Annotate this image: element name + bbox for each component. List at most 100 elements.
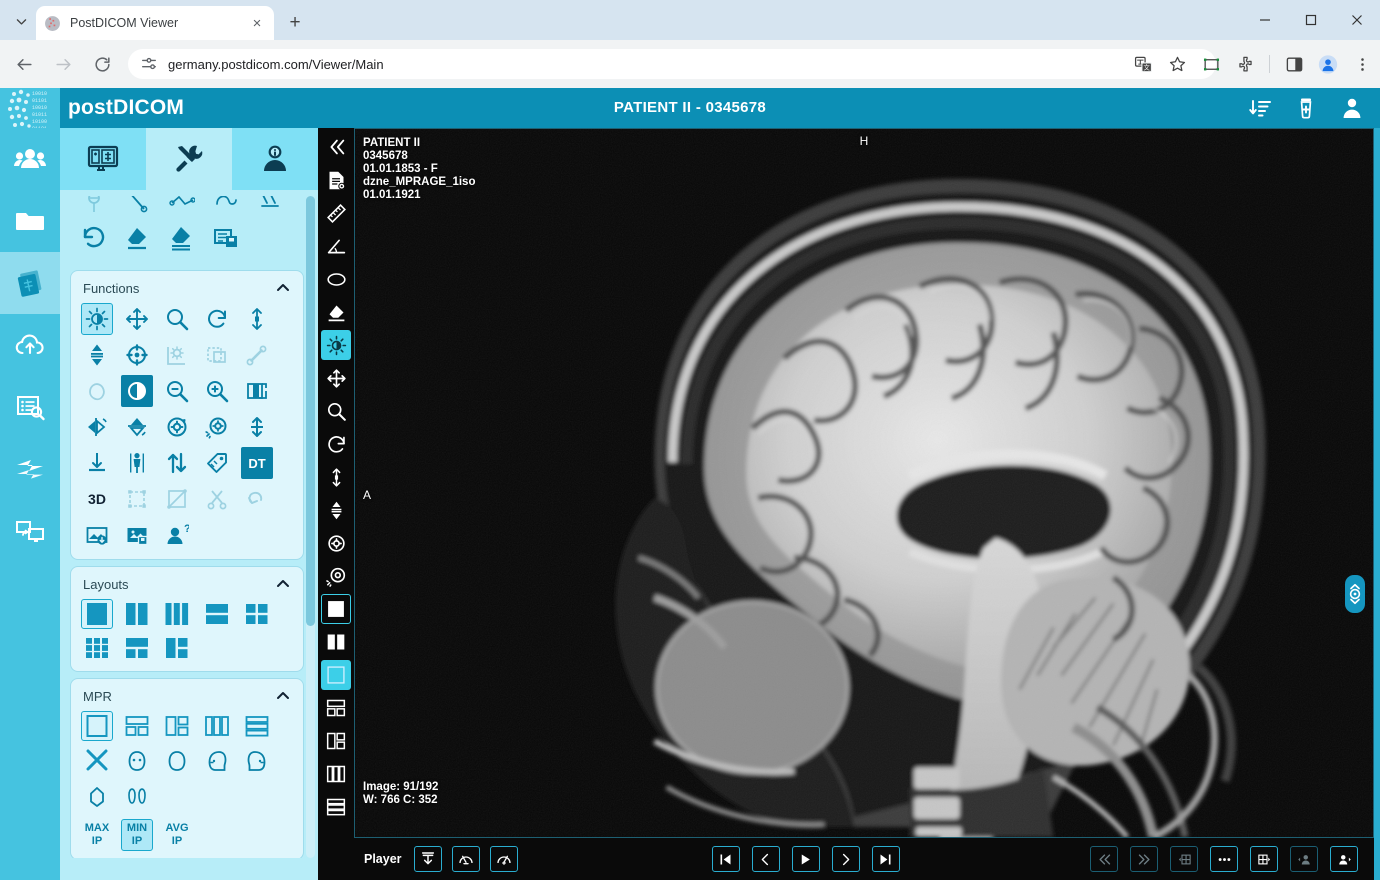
last-image-button[interactable] <box>871 846 900 872</box>
fit-width-button[interactable] <box>81 447 113 479</box>
crop-button[interactable] <box>121 483 153 515</box>
mpr-group-header[interactable]: MPR <box>71 683 303 711</box>
tab-patient-info[interactable] <box>232 128 318 190</box>
window-minimize-button[interactable] <box>1242 0 1288 40</box>
view-axial-button[interactable] <box>121 745 153 777</box>
site-settings-icon[interactable] <box>140 55 158 73</box>
play-button[interactable] <box>791 846 820 872</box>
sidebar-item-share[interactable] <box>0 500 60 562</box>
window-close-button[interactable] <box>1334 0 1380 40</box>
eraser-icon[interactable] <box>122 222 154 254</box>
sidebar-item-studies[interactable] <box>0 252 60 314</box>
previous-patient-button[interactable] <box>1290 846 1318 872</box>
panel-scrollbar[interactable] <box>306 196 315 858</box>
first-image-button[interactable] <box>711 846 740 872</box>
layout-1x1-button[interactable] <box>81 599 113 629</box>
functions-group-header[interactable]: Functions <box>71 275 303 303</box>
mpr-top-wide-button[interactable] <box>121 711 153 741</box>
draw-ellipse-button[interactable] <box>321 264 351 294</box>
pan-tool-button[interactable] <box>321 363 351 393</box>
layout-2x1-button[interactable] <box>201 599 233 629</box>
scissors-button[interactable] <box>201 483 233 515</box>
mpr-single-button[interactable] <box>81 711 113 741</box>
mpr-three-col-button[interactable] <box>201 711 233 741</box>
next-patient-button[interactable] <box>1330 846 1358 872</box>
pan-button[interactable] <box>121 303 153 335</box>
eraser-button[interactable] <box>321 297 351 327</box>
layout-single-button[interactable] <box>321 594 351 624</box>
line-measure-icon[interactable] <box>122 196 154 218</box>
layout-top-wide-button[interactable] <box>121 633 153 663</box>
zoom-out-button[interactable] <box>161 375 193 407</box>
sidebar-item-folders[interactable] <box>0 190 60 252</box>
previous-layout-button[interactable] <box>1170 846 1198 872</box>
layout-three-col-button[interactable] <box>321 759 351 789</box>
fit-height-button[interactable] <box>241 411 273 443</box>
player-speed-up-button[interactable] <box>489 846 518 872</box>
url-input[interactable] <box>168 56 1204 72</box>
rewind-button[interactable] <box>1090 846 1118 872</box>
sort-list-icon[interactable] <box>1246 94 1274 122</box>
crosshair-button[interactable] <box>121 339 153 371</box>
text-annotation-icon[interactable] <box>254 196 286 218</box>
layout-three-row-button[interactable] <box>321 792 351 822</box>
flip-page-button[interactable] <box>241 375 273 407</box>
collapse-panel-button[interactable] <box>321 132 351 162</box>
layout-top-wide-button[interactable] <box>321 693 351 723</box>
date-time-button[interactable]: DT <box>241 447 273 479</box>
window-maximize-button[interactable] <box>1288 0 1334 40</box>
magnify-button[interactable] <box>161 303 193 335</box>
tab-viewer[interactable] <box>60 128 146 190</box>
scroll-button[interactable] <box>241 303 273 335</box>
measure-length-button[interactable] <box>321 198 351 228</box>
stack-tool-button[interactable] <box>321 495 351 525</box>
export-image-button[interactable] <box>81 519 113 551</box>
window-level-button[interactable] <box>81 303 113 335</box>
true-size-button[interactable] <box>121 447 153 479</box>
max-ip-button[interactable]: MAX IP <box>81 819 113 851</box>
roi-window-button[interactable] <box>201 339 233 371</box>
layout-two-col-button[interactable] <box>321 627 351 657</box>
tab-close-button[interactable]: × <box>248 14 266 32</box>
side-panel-icon[interactable] <box>1284 54 1304 74</box>
sidebar-item-patients[interactable] <box>0 128 60 190</box>
view-sagittal-left-button[interactable] <box>201 745 233 777</box>
chevron-up-icon[interactable] <box>275 688 291 704</box>
reload-button[interactable] <box>87 49 117 79</box>
eraser-all-icon[interactable] <box>166 222 198 254</box>
anonymize-button[interactable]: ? <box>161 519 193 551</box>
window-level-tool-button[interactable] <box>321 330 351 360</box>
measure-angle-button[interactable] <box>321 231 351 261</box>
view-oblique-button[interactable] <box>81 781 113 813</box>
new-tab-button[interactable]: + <box>282 10 308 36</box>
layout-left-wide-button[interactable] <box>321 726 351 756</box>
sort-order-button[interactable] <box>161 447 193 479</box>
auto-window-button[interactable] <box>161 339 193 371</box>
stack-scroll-button[interactable] <box>81 339 113 371</box>
mri-image[interactable] <box>355 129 1373 837</box>
scroll-tool-button[interactable] <box>321 462 351 492</box>
tab-search-button[interactable] <box>8 8 34 34</box>
report-button[interactable] <box>321 165 351 195</box>
expand-handle-icon[interactable] <box>1345 575 1365 613</box>
mpr-three-row-button[interactable] <box>241 711 273 741</box>
chevron-up-icon[interactable] <box>275 280 291 296</box>
freehand-icon[interactable] <box>210 196 242 218</box>
tag-info-button[interactable] <box>201 447 233 479</box>
view-coronal-button[interactable] <box>161 745 193 777</box>
sidebar-item-sync[interactable] <box>0 438 60 500</box>
player-download-button[interactable] <box>413 846 442 872</box>
bone-preset-button[interactable] <box>241 339 273 371</box>
layout-left-wide-button[interactable] <box>161 633 193 663</box>
back-button[interactable] <box>9 49 39 79</box>
save-window-icon[interactable] <box>210 222 242 254</box>
layout-1x2-button[interactable] <box>121 599 153 629</box>
cut-diagonal-button[interactable] <box>161 483 193 515</box>
mpr-cross-button[interactable] <box>81 745 113 775</box>
polyline-icon[interactable] <box>166 196 198 218</box>
layouts-group-header[interactable]: Layouts <box>71 571 303 599</box>
avg-ip-button[interactable]: AVG IP <box>161 819 193 851</box>
soft-tissue-button[interactable] <box>81 375 113 407</box>
view-feet-button[interactable] <box>121 781 153 813</box>
sidebar-item-upload[interactable] <box>0 314 60 376</box>
